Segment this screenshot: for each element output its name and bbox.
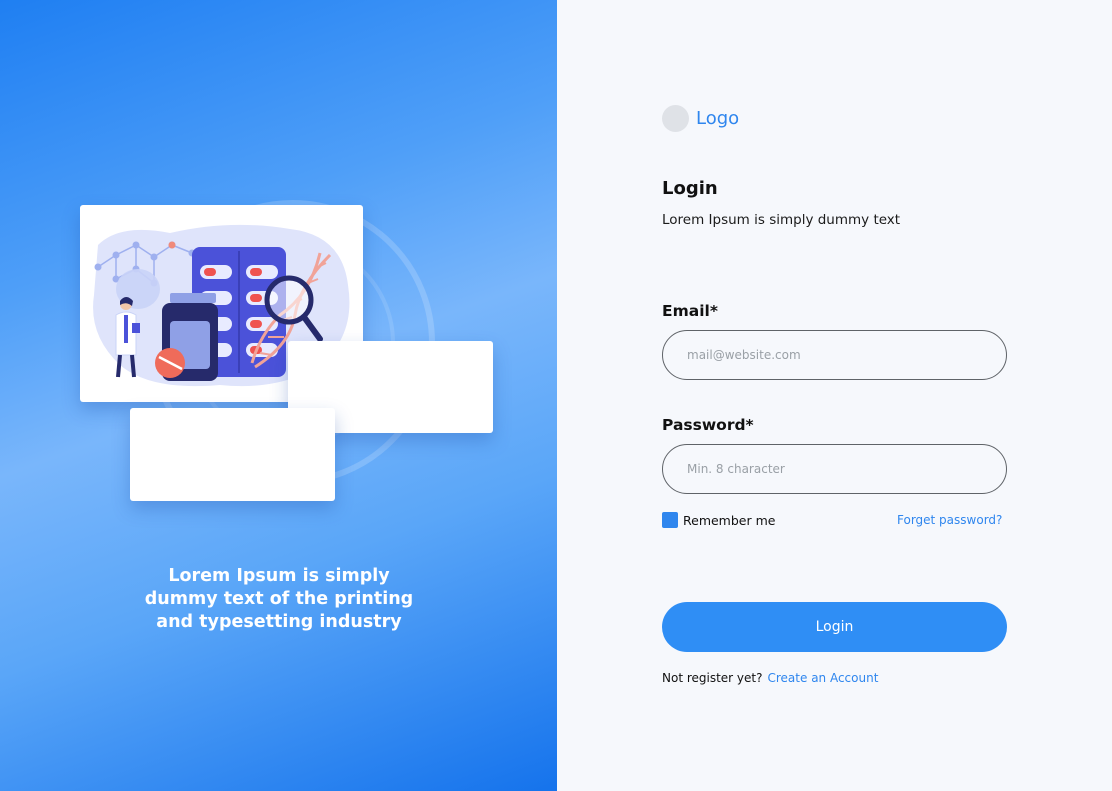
password-field[interactable] xyxy=(662,444,1007,494)
login-button[interactable]: Login xyxy=(662,602,1007,652)
logo-placeholder-icon xyxy=(662,105,689,132)
register-prompt: Not register yet? Create an Account xyxy=(662,671,878,685)
form-subtitle: Lorem Ipsum is simply dummy text xyxy=(662,212,901,228)
forgot-password-link[interactable]: Forget password? xyxy=(897,513,1002,527)
hero-panel: Lorem Ipsum is simply dummy text of the … xyxy=(0,0,557,791)
email-label: Email* xyxy=(662,302,718,320)
logo-text: Logo xyxy=(696,108,740,129)
form-title: Login xyxy=(662,178,718,199)
placeholder-card-lower xyxy=(130,408,335,501)
hero-tagline: Lorem Ipsum is simply dummy text of the … xyxy=(144,566,414,632)
remember-me[interactable]: Remember me xyxy=(662,512,775,528)
email-field[interactable] xyxy=(662,330,1007,380)
checkbox-checked-icon[interactable] xyxy=(662,512,678,528)
create-account-link[interactable]: Create an Account xyxy=(768,671,879,685)
remember-me-label: Remember me xyxy=(683,512,776,528)
register-prompt-text: Not register yet? xyxy=(662,671,763,685)
password-label: Password* xyxy=(662,416,754,434)
login-panel: Logo Login Lorem Ipsum is simply dummy t… xyxy=(557,0,1112,791)
